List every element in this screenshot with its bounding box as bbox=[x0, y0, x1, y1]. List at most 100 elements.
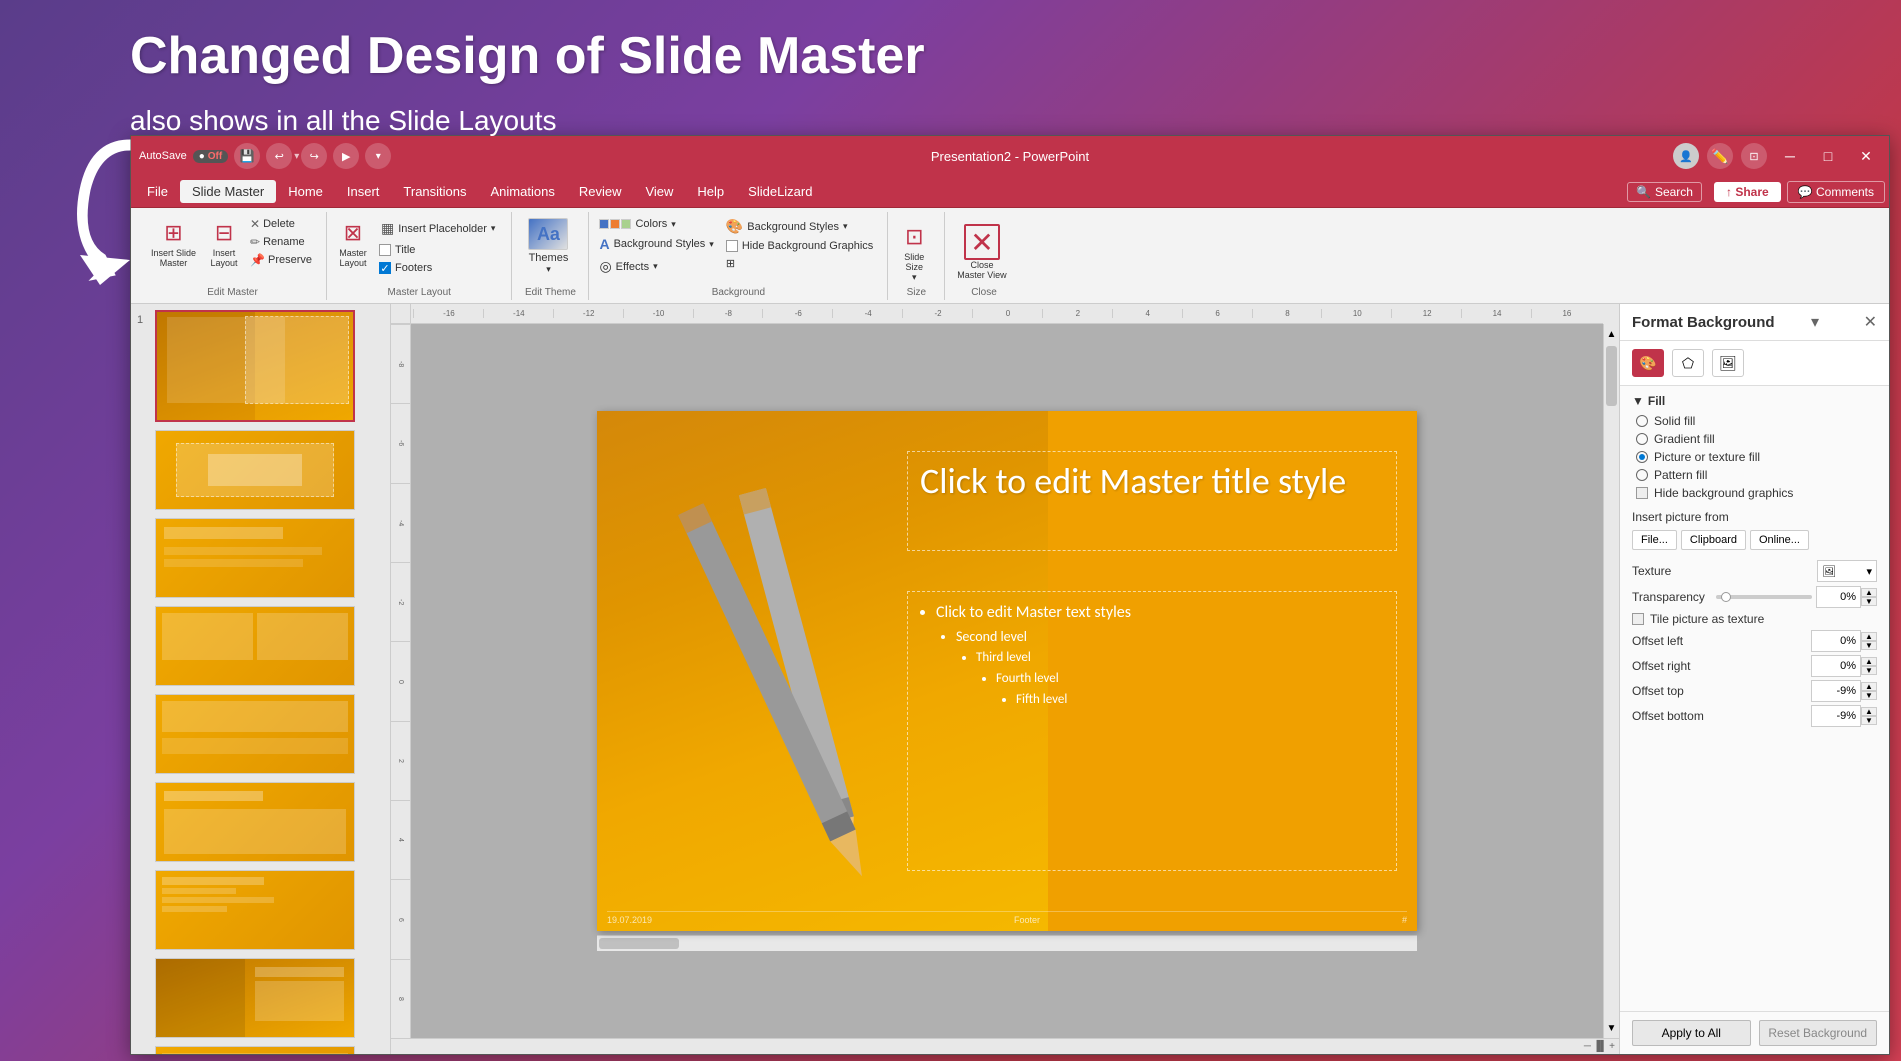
slide-title-box[interactable]: Click to edit Master title style bbox=[907, 451, 1397, 551]
menu-slidelizard[interactable]: SlideLizard bbox=[736, 180, 824, 203]
offset-top-spin-down[interactable]: ▼ bbox=[1861, 691, 1877, 700]
offset-bottom-spin-down[interactable]: ▼ bbox=[1861, 716, 1877, 725]
search-box[interactable]: 🔍 Search bbox=[1627, 182, 1702, 202]
offset-bottom-spin-up[interactable]: ▲ bbox=[1861, 707, 1877, 716]
slide-content-box[interactable]: Click to edit Master text styles Second … bbox=[907, 591, 1397, 871]
offset-right-spin-down[interactable]: ▼ bbox=[1861, 666, 1877, 675]
close-master-view-button[interactable]: ✕ CloseMaster View bbox=[951, 220, 1012, 284]
offset-left-spin-up[interactable]: ▲ bbox=[1861, 632, 1877, 641]
share-button[interactable]: ↑ Share bbox=[1714, 182, 1781, 202]
insert-layout-button[interactable]: ⊟ InsertLayout bbox=[204, 214, 244, 274]
gradient-fill-option[interactable]: Gradient fill bbox=[1636, 432, 1877, 446]
vertical-scrollbar[interactable]: ▲ ▼ bbox=[1603, 324, 1619, 1038]
undo-icon[interactable]: ↩ bbox=[266, 143, 292, 169]
offset-right-input[interactable] bbox=[1811, 655, 1861, 677]
hide-bg-option[interactable]: Hide background graphics bbox=[1636, 486, 1877, 500]
picture-fill-option[interactable]: Picture or texture fill bbox=[1636, 450, 1877, 464]
apply-to-all-button[interactable]: Apply to All bbox=[1632, 1020, 1751, 1046]
delete-button[interactable]: ✕ Delete bbox=[246, 216, 316, 232]
zoom-out-button[interactable]: ─ bbox=[1584, 1041, 1591, 1052]
slide-thumb-8[interactable] bbox=[135, 956, 386, 1040]
slide-thumb-7[interactable] bbox=[135, 868, 386, 952]
minimize-button[interactable]: ─ bbox=[1775, 141, 1805, 171]
clipboard-button[interactable]: Clipboard bbox=[1681, 530, 1746, 550]
offset-left-spinner[interactable]: ▲ ▼ bbox=[1861, 632, 1877, 650]
scroll-down-button[interactable]: ▼ bbox=[1604, 1018, 1619, 1038]
zoom-in-button[interactable]: + bbox=[1609, 1041, 1615, 1052]
horizontal-scrollbar[interactable] bbox=[597, 935, 1417, 951]
menu-home[interactable]: Home bbox=[276, 180, 335, 203]
maximize-button[interactable]: □ bbox=[1813, 141, 1843, 171]
pattern-fill-option[interactable]: Pattern fill bbox=[1636, 468, 1877, 482]
menu-slide-master[interactable]: Slide Master bbox=[180, 180, 276, 203]
menu-insert[interactable]: Insert bbox=[335, 180, 392, 203]
background-styles-button[interactable]: 🎨 Background Styles ▾ bbox=[722, 216, 877, 237]
slide-thumb-9[interactable]: 🖼 bbox=[135, 1044, 386, 1054]
profile-avatar[interactable]: 👤 bbox=[1673, 143, 1699, 169]
title-check[interactable]: Title bbox=[375, 243, 501, 257]
reset-background-button[interactable]: Reset Background bbox=[1759, 1020, 1878, 1046]
rename-button[interactable]: ✏ Rename bbox=[246, 234, 316, 250]
master-layout-button[interactable]: ⊠ MasterLayout bbox=[333, 214, 373, 274]
hide-bg-graphics-check[interactable]: Hide Background Graphics bbox=[722, 239, 877, 253]
slide-thumb-4[interactable] bbox=[135, 604, 386, 688]
save-icon[interactable]: 💾 bbox=[234, 143, 260, 169]
texture-button[interactable]: 🖼 ▾ bbox=[1817, 560, 1877, 582]
customize-icon[interactable]: ▾ bbox=[365, 143, 391, 169]
present-icon[interactable]: ▶ bbox=[333, 143, 359, 169]
format-tab-image[interactable]: 🖼 bbox=[1712, 349, 1744, 377]
slide-thumb-2[interactable] bbox=[135, 428, 386, 512]
preserve-button[interactable]: 📌 Preserve bbox=[246, 252, 316, 268]
slide-scroll[interactable]: 1 bbox=[131, 304, 390, 1054]
offset-left-spin-down[interactable]: ▼ bbox=[1861, 641, 1877, 650]
format-tab-paint[interactable]: 🎨 bbox=[1632, 349, 1664, 377]
colors-button[interactable]: Colors ▾ bbox=[595, 216, 717, 232]
format-panel-close[interactable]: ▾ bbox=[1811, 312, 1819, 332]
offset-right-spinner[interactable]: ▲ ▼ bbox=[1861, 657, 1877, 675]
tile-picture-option[interactable]: Tile picture as texture bbox=[1632, 612, 1877, 626]
redo-icon[interactable]: ↪ bbox=[301, 143, 327, 169]
menu-help[interactable]: Help bbox=[685, 180, 736, 203]
menu-view[interactable]: View bbox=[633, 180, 685, 203]
autosave-toggle[interactable]: ● Off bbox=[193, 150, 229, 163]
transparency-spin-up[interactable]: ▲ bbox=[1861, 588, 1877, 597]
scroll-thumb-v[interactable] bbox=[1606, 346, 1617, 406]
slide-thumb-5[interactable] bbox=[135, 692, 386, 776]
pen-icon[interactable]: ✏️ bbox=[1707, 143, 1733, 169]
insert-placeholder-button[interactable]: ▦ Insert Placeholder ▾ bbox=[375, 218, 501, 239]
menu-review[interactable]: Review bbox=[567, 180, 634, 203]
footers-check[interactable]: ✓ Footers bbox=[375, 261, 501, 275]
transparency-slider[interactable] bbox=[1716, 595, 1812, 599]
transparency-spin-down[interactable]: ▼ bbox=[1861, 597, 1877, 606]
close-button[interactable]: ✕ bbox=[1851, 141, 1881, 171]
offset-top-spin-up[interactable]: ▲ bbox=[1861, 682, 1877, 691]
comments-button[interactable]: 💬 Comments bbox=[1787, 181, 1885, 203]
solid-fill-option[interactable]: Solid fill bbox=[1636, 414, 1877, 428]
transparency-spinner[interactable]: ▲ ▼ bbox=[1861, 588, 1877, 606]
format-tab-polygon[interactable]: ⬠ bbox=[1672, 349, 1704, 377]
scroll-thumb-h[interactable] bbox=[599, 938, 679, 949]
restore-icon[interactable]: ⊡ bbox=[1741, 143, 1767, 169]
fonts-button[interactable]: A Background Styles ▾ bbox=[595, 234, 717, 254]
file-button[interactable]: File... bbox=[1632, 530, 1677, 550]
themes-button[interactable]: Aa Themes ▾ bbox=[518, 214, 578, 279]
offset-top-spinner[interactable]: ▲ ▼ bbox=[1861, 682, 1877, 700]
offset-bottom-input[interactable] bbox=[1811, 705, 1861, 727]
offset-right-spin-up[interactable]: ▲ bbox=[1861, 657, 1877, 666]
slide-size-button[interactable]: ⊡ SlideSize ▾ bbox=[894, 220, 934, 287]
effects-button[interactable]: ◎ Effects ▾ bbox=[595, 256, 717, 277]
transparency-input[interactable] bbox=[1816, 586, 1861, 608]
slide-main[interactable]: Click to edit Master title style Click t… bbox=[597, 411, 1417, 931]
offset-top-input[interactable] bbox=[1811, 680, 1861, 702]
transparency-thumb[interactable] bbox=[1721, 592, 1731, 602]
menu-transitions[interactable]: Transitions bbox=[391, 180, 478, 203]
offset-bottom-spinner[interactable]: ▲ ▼ bbox=[1861, 707, 1877, 725]
slide-thumb-6[interactable] bbox=[135, 780, 386, 864]
fill-section-header[interactable]: ▼ Fill bbox=[1632, 394, 1877, 408]
scroll-up-button[interactable]: ▲ bbox=[1604, 324, 1619, 344]
format-panel-x[interactable]: ✕ bbox=[1864, 312, 1877, 332]
offset-left-input[interactable] bbox=[1811, 630, 1861, 652]
menu-animations[interactable]: Animations bbox=[479, 180, 567, 203]
online-button[interactable]: Online... bbox=[1750, 530, 1809, 550]
format-background-mini-button[interactable]: ⊞ bbox=[722, 255, 877, 272]
